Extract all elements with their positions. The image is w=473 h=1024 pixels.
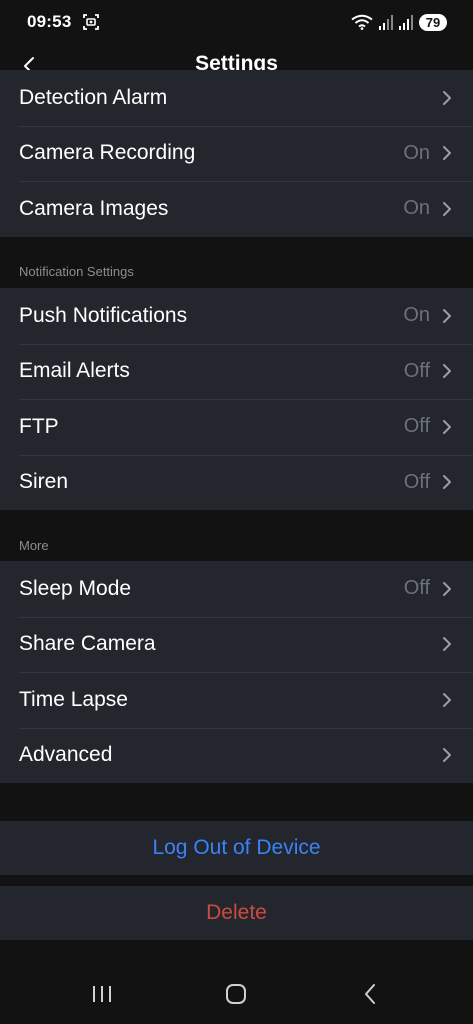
row-value: On — [403, 197, 430, 220]
home-button[interactable] — [224, 983, 248, 1005]
wifi-icon — [351, 14, 373, 30]
row-camera-images[interactable]: Camera Images On — [0, 181, 473, 237]
row-label: Advanced — [19, 743, 113, 767]
signal-icon — [379, 15, 393, 30]
row-time-lapse[interactable]: Time Lapse — [0, 672, 473, 728]
battery-level: 79 — [419, 13, 447, 31]
row-detection-alarm[interactable]: Detection Alarm — [0, 70, 473, 126]
row-camera-recording[interactable]: Camera Recording On — [0, 125, 473, 182]
chevron-right-icon — [443, 692, 451, 707]
row-email-alerts[interactable]: Email Alerts Off — [0, 343, 473, 400]
row-label: Siren — [19, 470, 69, 494]
status-icons: 79 — [351, 12, 447, 32]
system-navigation-bar — [0, 965, 473, 1024]
logout-button[interactable]: Log Out of Device — [0, 821, 473, 875]
chevron-right-icon — [443, 146, 451, 161]
system-back-button[interactable] — [360, 983, 380, 1005]
row-label: Share Camera — [19, 632, 156, 656]
section-header-more: More — [19, 538, 49, 553]
row-share-camera[interactable]: Share Camera — [0, 616, 473, 673]
row-label: Time Lapse — [19, 687, 128, 711]
row-sleep-mode[interactable]: Sleep Mode Off — [0, 561, 473, 617]
row-value: Off — [403, 359, 430, 382]
row-label: Detection Alarm — [19, 85, 168, 109]
chevron-right-icon — [443, 748, 451, 763]
recents-icon — [93, 986, 111, 1002]
recents-button[interactable] — [90, 983, 114, 1005]
settings-group-camera: Detection Alarm Camera Recording On Came… — [0, 70, 473, 237]
row-label: Sleep Mode — [19, 576, 132, 600]
row-advanced[interactable]: Advanced — [0, 727, 473, 784]
home-icon — [226, 984, 246, 1004]
row-value: On — [403, 304, 430, 327]
chevron-right-icon — [443, 637, 451, 652]
delete-button[interactable]: Delete — [0, 886, 473, 940]
chevron-right-icon — [443, 581, 451, 596]
chevron-right-icon — [443, 419, 451, 434]
chevron-right-icon — [443, 308, 451, 323]
chevron-right-icon — [443, 475, 451, 490]
row-push-notifications[interactable]: Push Notifications On — [0, 288, 473, 344]
row-siren[interactable]: Siren Off — [0, 454, 473, 511]
chevron-right-icon — [443, 201, 451, 216]
row-label: Email Alerts — [19, 359, 130, 383]
chevron-right-icon — [443, 90, 451, 105]
signal-icon — [399, 15, 413, 30]
settings-group-more: Sleep Mode Off Share Camera Time Lapse A… — [0, 561, 473, 783]
row-label: Push Notifications — [19, 303, 188, 327]
system-back-icon — [365, 984, 375, 1004]
row-value: Off — [403, 415, 430, 438]
status-bar: 09:53 79 — [0, 0, 473, 44]
section-header-notifications: Notification Settings — [19, 264, 134, 279]
row-label: FTP — [19, 414, 59, 438]
row-value: Off — [403, 577, 430, 600]
row-value: Off — [403, 470, 430, 493]
settings-group-notifications: Push Notifications On Email Alerts Off F… — [0, 288, 473, 510]
row-ftp[interactable]: FTP Off — [0, 399, 473, 455]
row-label: Camera Images — [19, 196, 169, 220]
chevron-right-icon — [443, 364, 451, 379]
row-value: On — [403, 141, 430, 164]
row-label: Camera Recording — [19, 141, 196, 165]
status-time: 09:53 — [27, 12, 72, 31]
screen-record-icon — [83, 14, 99, 30]
